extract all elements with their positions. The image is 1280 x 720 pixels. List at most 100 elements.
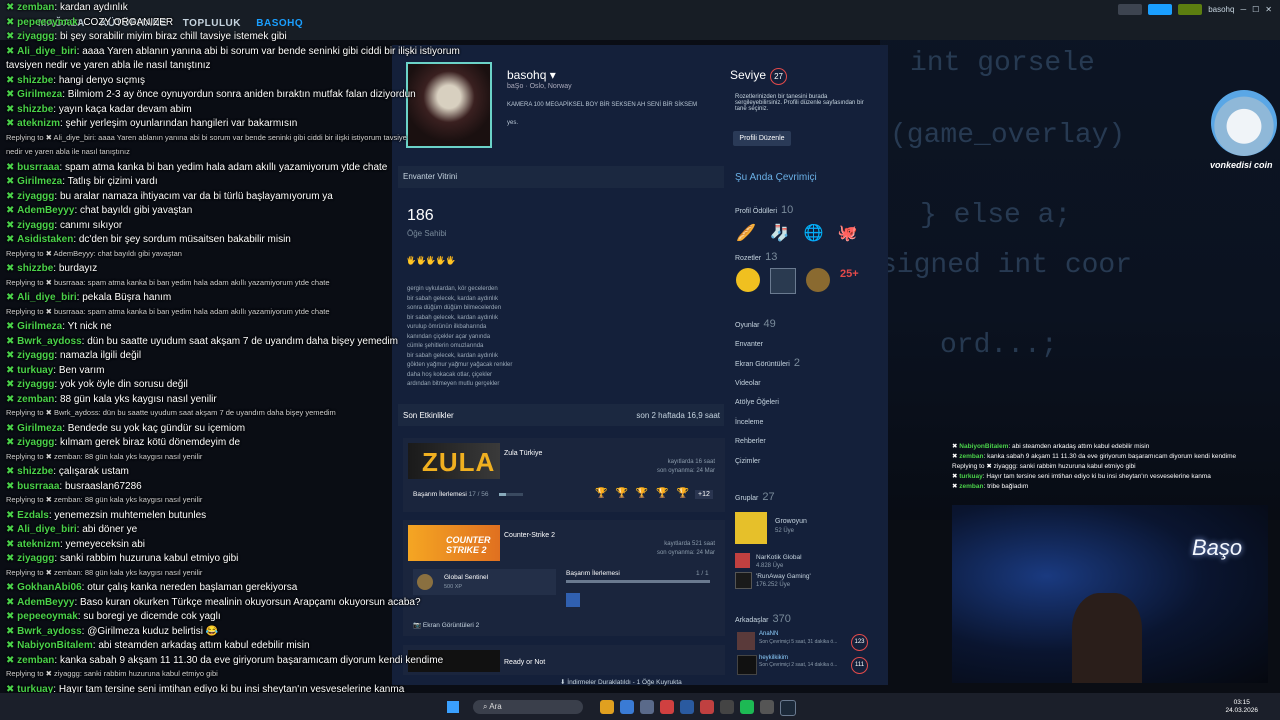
chat-badge-icon: ✖ <box>6 509 18 521</box>
chat-username[interactable]: shizzbe <box>17 263 53 274</box>
chat-username[interactable]: shizzbe <box>17 466 53 477</box>
game-name[interactable]: Counter-Strike 2 <box>504 532 555 539</box>
game-name[interactable]: Zula Türkiye <box>504 450 542 457</box>
close-icon[interactable]: ✕ <box>1265 5 1272 14</box>
game-card-zula[interactable]: ZULA Zula Türkiye kayıtlarda 16 saat son … <box>403 438 725 512</box>
photoshop-icon[interactable] <box>680 700 694 714</box>
chat-username[interactable]: ziyaggg <box>17 31 54 42</box>
sidebar-link-screenshots[interactable]: Ekran Görüntüleri 2 <box>735 357 800 369</box>
chat-username[interactable]: ateknizm <box>17 118 60 129</box>
notifications-button[interactable] <box>1178 4 1203 15</box>
chat-username[interactable]: Ali_diye_biri <box>17 524 76 535</box>
profile-location: baŞo · Oslo, Norway <box>507 83 572 90</box>
system-clock[interactable]: 03:15 24.03.2026 <box>1225 699 1258 715</box>
chrome-icon[interactable] <box>660 700 674 714</box>
game-card-cs2[interactable]: COUNTER STRIKE 2 Counter-Strike 2 kayıtl… <box>403 520 725 636</box>
sidebar-link-workshop[interactable]: Atölye Öğeleri <box>735 399 779 406</box>
chat-username[interactable]: ziyaggg <box>17 191 54 202</box>
chat-username[interactable]: shizzbe <box>17 75 53 86</box>
discord-icon[interactable] <box>640 700 654 714</box>
badges-header[interactable]: Rozetler 13 <box>735 251 777 263</box>
minimize-icon[interactable]: ─ <box>1240 5 1246 14</box>
chat-text: tribe bağladım <box>987 483 1029 490</box>
chat-username[interactable]: Ezdals <box>17 510 49 521</box>
group-avatar[interactable] <box>735 512 767 544</box>
sidebar-link-games[interactable]: Oyunlar 49 <box>735 318 776 330</box>
chat-username[interactable]: Asidistaken <box>17 234 73 245</box>
chat-username[interactable]: turkuay <box>17 365 53 376</box>
chat-username[interactable]: zemban <box>17 655 54 666</box>
group-name[interactable]: NarKotik Global <box>756 554 802 561</box>
broadcast-button[interactable] <box>1148 4 1173 15</box>
chat-username[interactable]: Ali_diye_biri <box>17 46 76 57</box>
taskbar-search[interactable]: ⌕ Ara <box>473 700 583 714</box>
chat-username[interactable]: pepeeoymak <box>17 17 78 28</box>
friend-name[interactable]: AnaNN <box>759 631 778 637</box>
windows-start-icon[interactable] <box>447 701 459 713</box>
chat-username[interactable]: ziyaggg <box>17 379 54 390</box>
media-icon[interactable] <box>760 700 774 714</box>
group-name[interactable]: 'RunAway Gaming' <box>756 573 811 580</box>
obs-icon[interactable] <box>700 700 714 714</box>
awards-header[interactable]: Profil Ödülleri 10 <box>735 204 793 216</box>
downloads-status[interactable]: ⬇ İndirmeler Duraklatıldı - 1 Öğe Kuyruk… <box>560 676 820 690</box>
chat-username[interactable]: GokhanAbi06 <box>17 582 81 593</box>
maximize-icon[interactable]: ☐ <box>1252 5 1259 14</box>
chat-username[interactable]: Ali_diye_biri <box>17 292 76 303</box>
chat-username[interactable]: Bwrk_aydoss <box>17 626 81 637</box>
sidebar-link-inventory[interactable]: Envanter <box>735 341 763 348</box>
edit-profile-button[interactable]: Profili Düzenle <box>733 131 791 146</box>
chat-username[interactable]: ateknizm <box>17 539 60 550</box>
achievement-more[interactable]: +12 <box>695 490 713 499</box>
chat-username[interactable]: ziyaggg <box>17 220 54 231</box>
achievement-icons: 🏆🏆🏆🏆🏆 <box>595 488 698 499</box>
chat-username[interactable]: pepeeoymak <box>17 611 78 622</box>
game-name[interactable]: Ready or Not <box>504 659 545 666</box>
user-menu[interactable]: basohq <box>1208 5 1234 14</box>
chat-username[interactable]: Girilmeza <box>17 176 62 187</box>
friend-level: 111 <box>851 657 868 674</box>
group-avatar[interactable] <box>735 572 752 589</box>
browser-icon[interactable] <box>620 700 634 714</box>
spotify-icon[interactable] <box>740 700 754 714</box>
chat-username[interactable]: Girilmeza <box>17 321 62 332</box>
chat-username[interactable]: AdemBeyyy <box>17 597 74 608</box>
chat-text: canımı sıkıyor <box>59 219 123 231</box>
achievement-progress[interactable]: Başarım İlerlemesi <box>566 570 620 577</box>
chat-username[interactable]: zemban <box>17 394 54 405</box>
chat-username[interactable]: AdemBeyyy <box>17 205 74 216</box>
group-avatar[interactable] <box>735 553 750 568</box>
chat-username[interactable]: shizzbe <box>17 104 53 115</box>
chat-username[interactable]: Bwrk_aydoss <box>17 336 81 347</box>
sidebar-link-artwork[interactable]: Çizimler <box>735 458 760 465</box>
profile-name[interactable]: basohq ▾ <box>507 68 556 82</box>
friend-name[interactable]: heykilkikim <box>759 655 788 661</box>
game-card-ready-or-not[interactable]: Ready or Not <box>403 645 725 675</box>
groups-header[interactable]: Gruplar 27 <box>735 491 775 503</box>
file-explorer-icon[interactable] <box>600 700 614 714</box>
friend-avatar[interactable] <box>737 655 757 675</box>
sidebar-link-videos[interactable]: Videolar <box>735 380 761 387</box>
chat-username[interactable]: busrraaa <box>17 481 59 492</box>
chat-username[interactable]: Girilmeza <box>17 89 62 100</box>
app-icon[interactable] <box>720 700 734 714</box>
chat-username[interactable]: Girilmeza <box>17 423 62 434</box>
chat-message: ✖ pepeeoymak: COZY ORGANIZER <box>6 16 174 28</box>
chat-username[interactable]: busrraaa <box>17 162 59 173</box>
chat-username[interactable]: ziyaggg <box>17 350 54 361</box>
group-members: 176.252 Üye <box>756 582 791 588</box>
sidebar-link-guides[interactable]: Rehberler <box>735 438 766 445</box>
group-name[interactable]: Growoyun <box>775 518 807 525</box>
steam-icon[interactable] <box>780 700 796 716</box>
sidebar-link-reviews[interactable]: İnceleme <box>735 419 763 426</box>
level-text: Rozetlerinizden bir tanesini burada serg… <box>735 94 864 112</box>
friends-button[interactable] <box>1118 4 1143 15</box>
achievement-count: 1 / 1 <box>696 570 709 577</box>
chat-username[interactable]: ziyaggg <box>17 437 54 448</box>
chat-username[interactable]: NabiyonBitalem <box>17 640 93 651</box>
friends-header[interactable]: Arkadaşlar 370 <box>735 613 791 625</box>
chat-username[interactable]: ziyaggg <box>17 553 54 564</box>
chat-username[interactable]: zemban <box>17 2 54 13</box>
chat-badge-icon: ✖ <box>6 205 18 216</box>
friend-avatar[interactable] <box>737 632 755 650</box>
